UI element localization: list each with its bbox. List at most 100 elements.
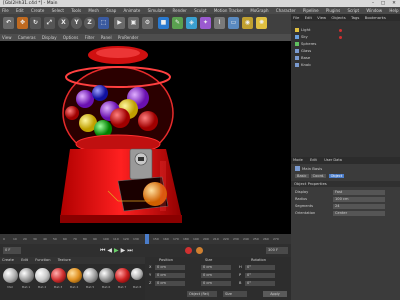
object-row-light[interactable]: Light: [295, 27, 398, 33]
rotation-h-field[interactable]: 0°: [245, 265, 275, 270]
cube-icon[interactable]: ■: [158, 17, 169, 29]
menu-help[interactable]: Help: [389, 8, 398, 13]
go-to-end-icon[interactable]: ⏭: [127, 247, 134, 254]
rotation-p-field[interactable]: 0°: [245, 273, 275, 278]
size-mode-dropdown[interactable]: Size: [223, 291, 247, 297]
material-swatch[interactable]: [115, 268, 130, 283]
material-menu-texture[interactable]: Texture: [58, 258, 71, 262]
subtab-coord[interactable]: Coord.: [310, 174, 327, 178]
viewport-menu-view[interactable]: View: [2, 35, 12, 40]
coord-mode-dropdown[interactable]: Object (Rel): [187, 291, 217, 297]
scale-icon[interactable]: ⤢: [44, 17, 55, 29]
attr-menu-mode[interactable]: Mode: [293, 158, 303, 162]
render-view-icon[interactable]: ▶: [114, 17, 125, 29]
material-swatch[interactable]: [3, 268, 18, 283]
material-tag-icon[interactable]: [339, 36, 342, 39]
position-x-field[interactable]: 0 cm: [155, 265, 185, 270]
menu-animate[interactable]: Animate: [124, 8, 141, 13]
floor-icon[interactable]: ▭: [228, 17, 239, 29]
z-axis-button[interactable]: Z: [84, 17, 95, 29]
viewport-menu-cameras[interactable]: Cameras: [18, 35, 36, 40]
object-row-glass[interactable]: Glass: [295, 48, 398, 54]
material-swatch[interactable]: [67, 268, 82, 283]
maximize-button[interactable]: □: [378, 0, 388, 7]
array-icon[interactable]: ✦: [200, 17, 211, 29]
material-swatch[interactable]: [131, 268, 143, 280]
menu-snap[interactable]: Snap: [106, 8, 116, 13]
subtab-basic[interactable]: Basic: [295, 174, 309, 178]
light-icon[interactable]: ✺: [256, 17, 267, 29]
material-menu-edit[interactable]: Edit: [21, 258, 28, 262]
menu-select[interactable]: Select: [52, 8, 64, 13]
menu-script[interactable]: Script: [347, 8, 359, 13]
end-frame-field[interactable]: 300 F: [266, 247, 288, 254]
size-y-field[interactable]: 0 cm: [201, 273, 231, 278]
rotate-icon[interactable]: ↻: [30, 17, 41, 29]
menu-file[interactable]: File: [2, 8, 9, 13]
move-icon[interactable]: ✥: [17, 17, 28, 29]
viewport-menu-filter[interactable]: Filter: [85, 35, 95, 40]
display-dropdown[interactable]: Fast: [333, 189, 385, 195]
menu-plugins[interactable]: Plugins: [326, 8, 340, 13]
material-swatch[interactable]: [51, 268, 66, 283]
subdivision-icon[interactable]: ◈: [186, 17, 197, 29]
viewport-menu-options[interactable]: Options: [63, 35, 78, 40]
material-swatch[interactable]: [19, 268, 34, 283]
om-menu-file[interactable]: File: [293, 15, 299, 20]
minimize-button[interactable]: –: [368, 0, 378, 7]
menu-window[interactable]: Window: [366, 8, 382, 13]
menu-motion-tracker[interactable]: Motion Tracker: [214, 8, 243, 13]
material-menu-function[interactable]: Function: [35, 258, 50, 262]
material-tag-icon[interactable]: [339, 29, 342, 32]
radius-field[interactable]: 100 cm: [333, 196, 385, 202]
attr-menu-edit[interactable]: Edit: [310, 158, 317, 162]
viewport-menu-panel[interactable]: Panel: [101, 35, 112, 40]
om-menu-edit[interactable]: Edit: [305, 15, 312, 20]
x-axis-button[interactable]: X: [58, 17, 69, 29]
y-axis-button[interactable]: Y: [71, 17, 82, 29]
size-x-field[interactable]: 0 cm: [201, 265, 231, 270]
size-z-field[interactable]: 0 cm: [201, 281, 231, 286]
position-y-field[interactable]: 0 cm: [155, 273, 185, 278]
3d-viewport[interactable]: [0, 41, 291, 234]
om-menu-tags[interactable]: Tags: [351, 15, 359, 20]
current-frame-field[interactable]: 0 F: [3, 247, 21, 254]
menu-render[interactable]: Render: [173, 8, 187, 13]
autokey-icon[interactable]: [196, 247, 203, 254]
undo-icon[interactable]: ↶: [3, 17, 14, 29]
menu-pipeline[interactable]: Pipeline: [303, 8, 319, 13]
menu-character[interactable]: Character: [276, 8, 296, 13]
apply-button[interactable]: Apply: [263, 291, 287, 297]
orientation-dropdown[interactable]: Center: [333, 210, 385, 216]
menu-mesh[interactable]: Mesh: [88, 8, 99, 13]
menu-mograph[interactable]: MoGraph: [250, 8, 268, 13]
subtab-object[interactable]: Object: [328, 174, 345, 178]
menu-edit[interactable]: Edit: [16, 8, 24, 13]
om-menu-view[interactable]: View: [317, 15, 326, 20]
coordinate-system-icon[interactable]: ⬚: [98, 17, 109, 29]
render-settings-icon[interactable]: ⚙: [142, 17, 153, 29]
menu-simulate[interactable]: Simulate: [148, 8, 166, 13]
material-swatch[interactable]: [99, 268, 114, 283]
om-menu-objects[interactable]: Objects: [331, 15, 345, 20]
object-row-base[interactable]: Base: [295, 55, 398, 61]
object-row-sky[interactable]: Sky: [295, 34, 398, 40]
menu-sculpt[interactable]: Sculpt: [194, 8, 207, 13]
camera-icon[interactable]: ◉: [242, 17, 253, 29]
attr-menu-user-data[interactable]: User Data: [324, 158, 342, 162]
timeline-ruler[interactable]: 0 10 20 30 40 50 60 70 80 90 100 110 120…: [0, 234, 291, 244]
deformer-icon[interactable]: ⌇: [214, 17, 225, 29]
close-button[interactable]: ✕: [389, 0, 399, 7]
menu-tools[interactable]: Tools: [71, 8, 81, 13]
spline-pen-icon[interactable]: ✎: [172, 17, 183, 29]
object-row-spheres[interactable]: Spheres: [295, 41, 398, 47]
material-swatch[interactable]: [83, 268, 98, 283]
om-menu-bookmarks[interactable]: Bookmarks: [365, 15, 386, 20]
menu-create[interactable]: Create: [31, 8, 44, 13]
render-picture-viewer-icon[interactable]: ▣: [128, 17, 139, 29]
material-swatch[interactable]: [35, 268, 50, 283]
material-menu-create[interactable]: Create: [2, 258, 14, 262]
segments-field[interactable]: 24: [333, 203, 385, 209]
viewport-menu-prorender[interactable]: ProRender: [118, 35, 139, 40]
play-icon[interactable]: ▶: [114, 247, 121, 254]
